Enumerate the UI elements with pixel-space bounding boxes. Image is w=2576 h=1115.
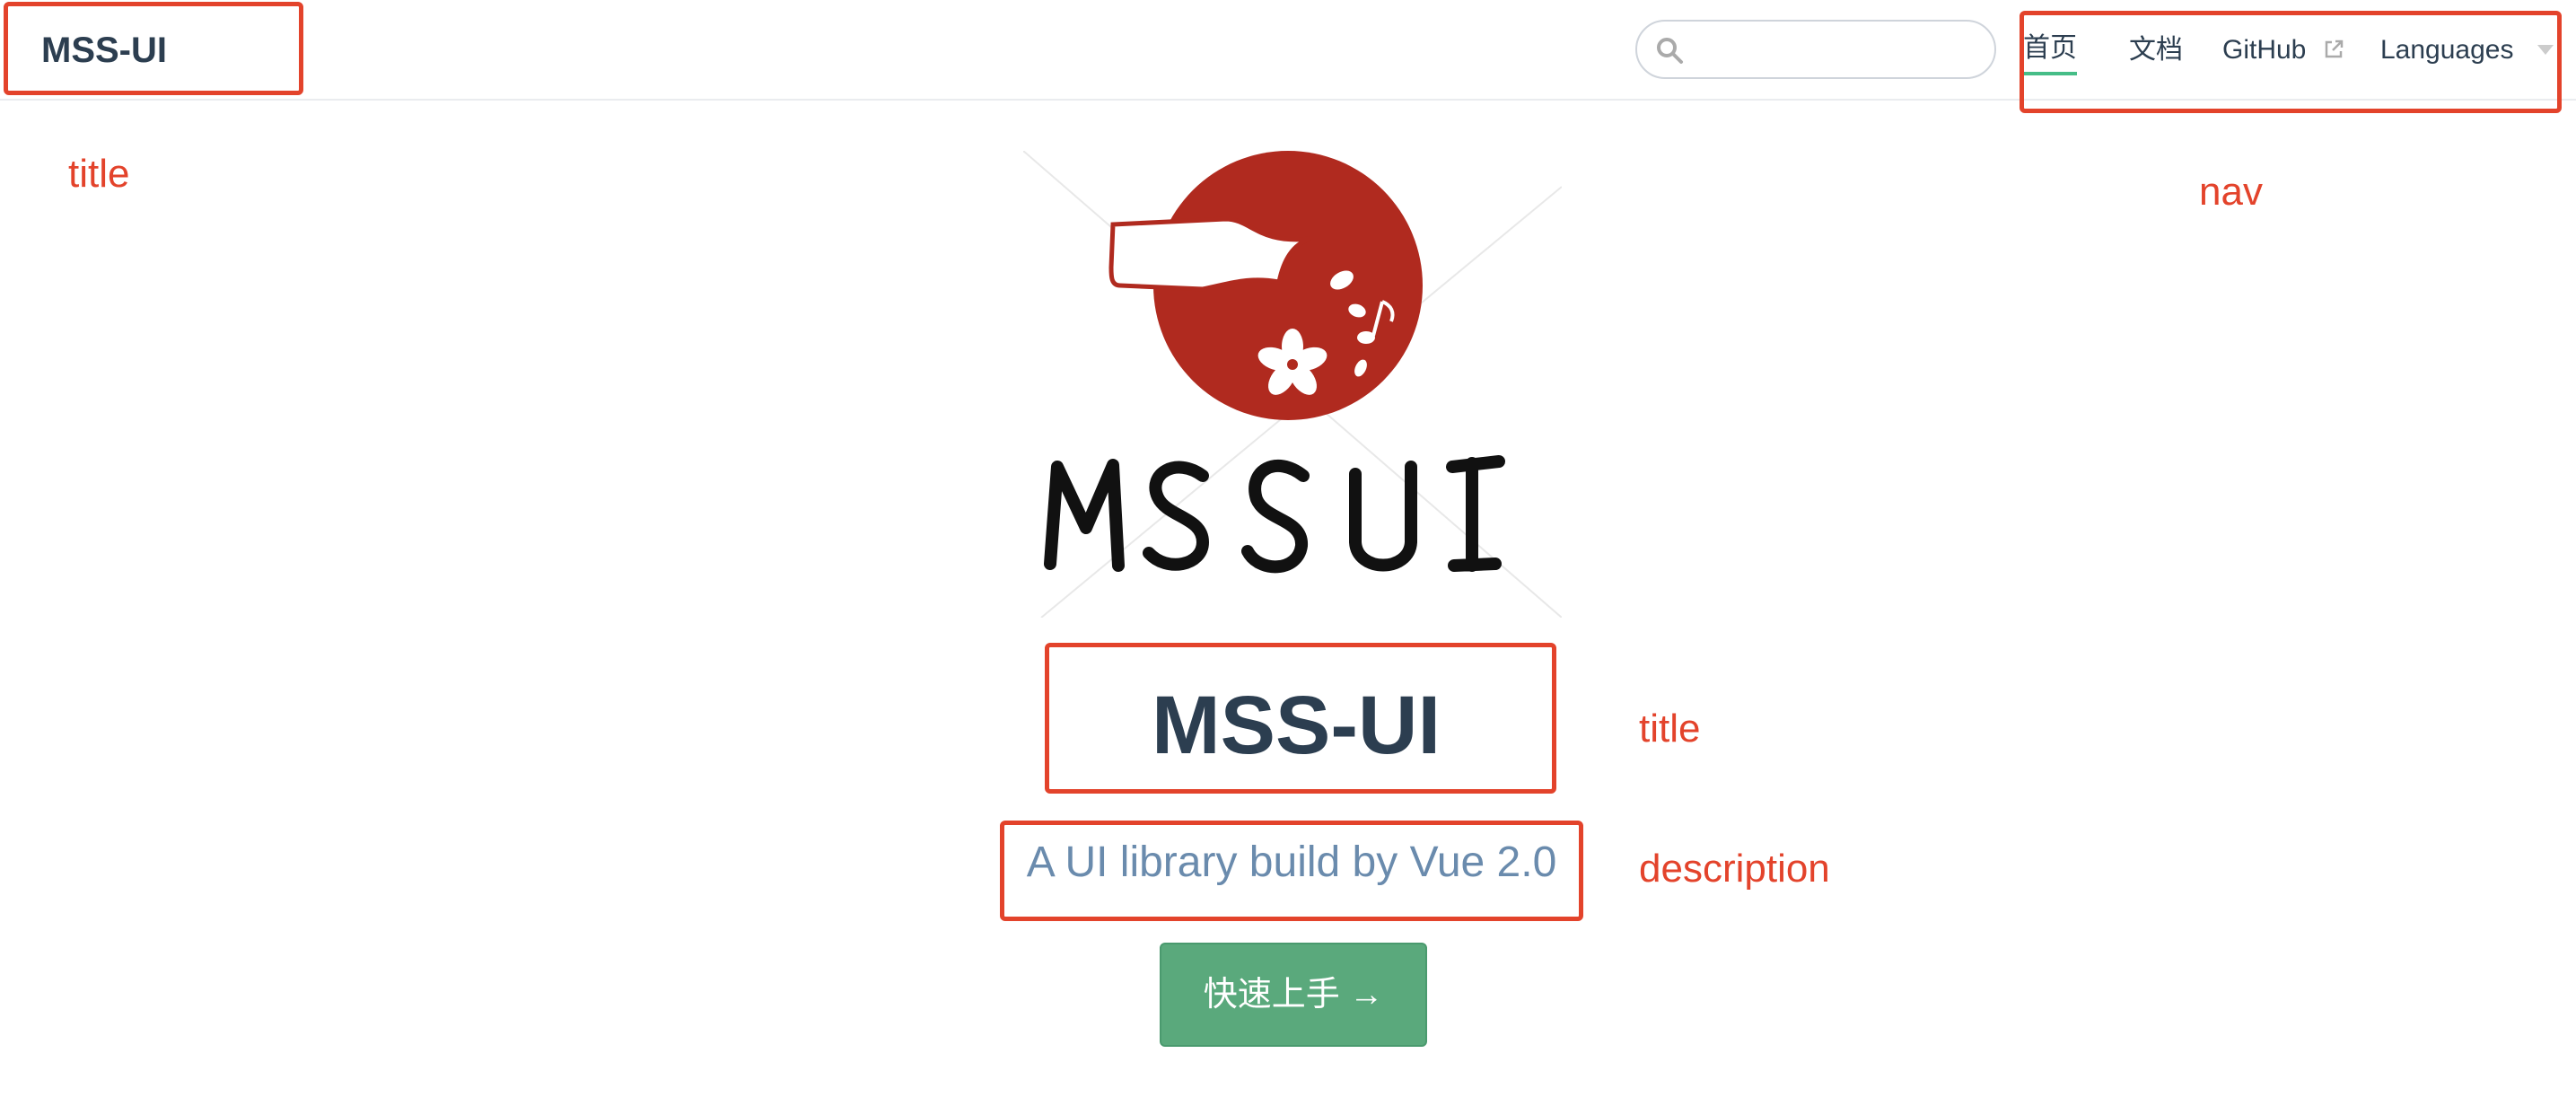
annotation-label-description: description [1639, 847, 1830, 891]
logo-lettering [1044, 455, 1505, 574]
page: MSS-UI 首页 文档 GitHub Languages MSS-UI A U… [0, 0, 2576, 1115]
annotation-box-nav [2020, 11, 2562, 113]
get-started-button[interactable]: 快速上手 → [1160, 943, 1427, 1047]
annotation-box-title-hero [1045, 643, 1556, 794]
search-input[interactable] [1693, 29, 1984, 72]
annotation-label-title-hero: title [1639, 707, 1701, 751]
annotation-box-title-top [4, 2, 303, 95]
annotation-label-title-top: title [68, 152, 130, 196]
annotation-box-description [1000, 821, 1583, 921]
hero-logo [1023, 151, 1562, 618]
annotation-label-nav: nav [2199, 170, 2263, 214]
search-icon [1657, 38, 1683, 64]
search-box[interactable] [1635, 20, 1996, 79]
